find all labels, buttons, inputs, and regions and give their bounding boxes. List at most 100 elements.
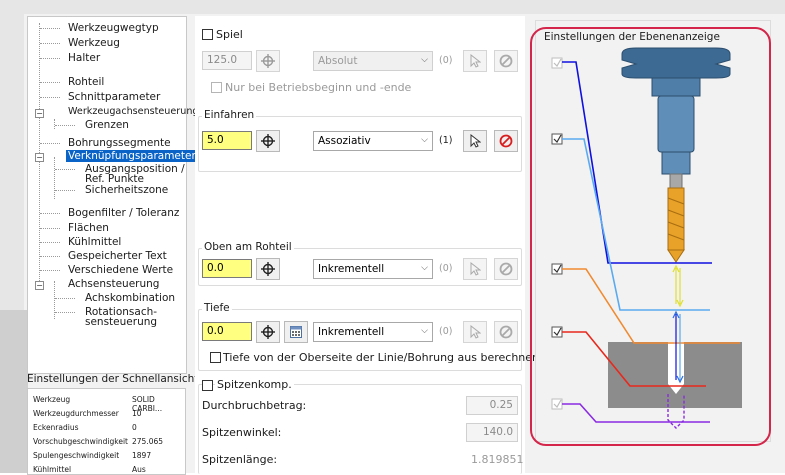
no-entry-icon — [499, 262, 513, 276]
oben-label: Oben am Rohteil — [202, 241, 294, 253]
spiel-level-checkbox[interactable] — [551, 57, 563, 69]
oben-level-checkbox[interactable] — [551, 263, 563, 275]
tiefe-oberseite-checkbox[interactable] — [210, 352, 221, 363]
tree-item-halter[interactable]: Halter — [68, 52, 100, 64]
tree-item-rotationsachsensteuerung-2[interactable]: sensteuerung — [85, 316, 157, 328]
tree-item-rohteil[interactable]: Rohteil — [68, 76, 104, 88]
left-panel-lower-shade — [0, 310, 28, 473]
tree-item-sicherheitszone[interactable]: Sicherheitszone — [85, 184, 168, 196]
spitzenkomp-label: Spitzenkomp. — [215, 378, 294, 391]
chevron-down-icon: ⌵ — [421, 135, 428, 145]
oben-level-line — [562, 268, 740, 344]
tiefe-calculator-button[interactable] — [284, 321, 308, 343]
durchbruchbetrag-input[interactable]: 0.25 — [466, 396, 518, 415]
einfahren-mode-value: Assoziativ — [318, 135, 371, 147]
tree-item-werkzeugwegtyp[interactable]: Werkzeugwegtyp — [68, 22, 159, 34]
drill-bit-icon — [667, 187, 685, 263]
spitzenlaenge-label: Spitzenlänge: — [202, 453, 278, 466]
tree-item-kuehlmittel[interactable]: Kühlmittel — [68, 236, 121, 248]
crosshair-icon — [261, 54, 275, 68]
einfahren-value-input[interactable]: 5.0 — [202, 131, 252, 150]
spitzenwinkel-label: Spitzenwinkel: — [202, 426, 282, 439]
cursor-arrow-icon — [470, 262, 481, 276]
tree-item-bohrungssegmente[interactable]: Bohrungssegmente — [68, 137, 171, 149]
cursor-arrow-icon — [470, 325, 481, 339]
tiefe-select-button[interactable] — [463, 321, 487, 343]
tiefe-mode-combo[interactable]: Inkrementell ⌵ — [313, 322, 433, 342]
spitzenlaenge-value: 1.819851 — [471, 453, 524, 466]
durchbruchbetrag-label: Durchbruchbetrag: — [202, 399, 307, 412]
chevron-down-icon: ⌵ — [421, 55, 428, 65]
tree-item-achskombination[interactable]: Achskombination — [85, 292, 175, 304]
spiel-value-input[interactable]: 125.0 — [202, 51, 252, 70]
oben-clear-button[interactable] — [494, 258, 518, 280]
parameter-tree: Werkzeugwegtyp Werkzeug Halter Rohteil S… — [27, 16, 199, 374]
quickview-value: 0 — [132, 423, 137, 432]
spiel-label: Spiel — [216, 28, 243, 41]
tree-item-grenzen[interactable]: Grenzen — [85, 119, 129, 131]
tiefe-count: (0) — [439, 326, 453, 337]
chevron-down-icon: ⌵ — [421, 263, 428, 273]
nur-betriebsbeginn-checkbox[interactable] — [211, 82, 222, 93]
tree-item-achsensteuerung[interactable]: Achsensteuerung — [68, 278, 159, 290]
einfahren-pick-position-button[interactable] — [256, 130, 280, 152]
spiel-count: (0) — [439, 55, 453, 66]
tiefe-clear-button[interactable] — [494, 321, 518, 343]
tiefe-value-input[interactable]: 0.0 — [202, 322, 252, 341]
tiefe-oberseite-label: Tiefe von der Oberseite der Linie/Bohrun… — [223, 351, 539, 364]
tiefe-level-checkbox[interactable] — [551, 326, 563, 338]
spitzenwinkel-input[interactable]: 140.0 — [466, 423, 518, 442]
tree-item-verknuepfungsparameter[interactable]: Verknüpfungsparameter — [66, 150, 198, 162]
tree-item-schnittparameter[interactable]: Schnittparameter — [68, 91, 160, 103]
quickview-title: Einstellungen der Schnellansicht — [27, 373, 199, 385]
crosshair-icon — [261, 134, 275, 148]
tool-holder-icon — [621, 47, 731, 189]
collapse-icon[interactable]: − — [35, 153, 44, 162]
oben-mode-value: Inkrementell — [318, 263, 385, 275]
tree-item-werkzeugachsensteuerung[interactable]: Werkzeugachsensteuerung — [68, 106, 199, 118]
quickview-key: Eckenradius — [33, 423, 79, 432]
einfahren-label: Einfahren — [202, 109, 257, 121]
tree-item-werkzeug[interactable]: Werkzeug — [68, 37, 120, 49]
oben-mode-combo[interactable]: Inkrementell ⌵ — [313, 259, 433, 279]
tree-item-gespeicherter-text[interactable]: Gespeicherter Text — [68, 250, 167, 262]
quickview-table: Werkzeug SOLID CARBI... Werkzeugdurchmes… — [27, 388, 186, 475]
oben-value-input[interactable]: 0.0 — [202, 259, 252, 278]
spiel-select-button[interactable] — [463, 50, 487, 72]
tiefe-pick-position-button[interactable] — [256, 321, 280, 343]
chevron-down-icon: ⌵ — [421, 326, 428, 336]
collapse-icon[interactable]: − — [35, 281, 44, 290]
nur-betriebsbeginn-label: Nur bei Betriebsbeginn und -ende — [225, 81, 412, 94]
tree-item-flaechen[interactable]: Flächen — [68, 222, 109, 234]
rapid-approach-arrows — [672, 264, 684, 308]
oben-count: (0) — [439, 263, 453, 274]
oben-pick-position-button[interactable] — [256, 258, 280, 280]
spiel-checkbox[interactable] — [202, 29, 213, 40]
crosshair-icon — [261, 262, 275, 276]
level-diagram — [551, 47, 742, 429]
tree-item-verschiedene-werte[interactable]: Verschiedene Werte — [68, 264, 173, 276]
einfahren-select-button[interactable] — [463, 130, 487, 152]
collapse-icon[interactable]: − — [35, 109, 44, 118]
cursor-arrow-icon — [470, 54, 481, 68]
quickview-value: 1897 — [132, 451, 152, 460]
quickview-key: Werkzeug — [33, 395, 71, 404]
spitzenkomp-checkbox[interactable] — [202, 380, 213, 391]
spiel-mode-combo[interactable]: Absolut ⌵ — [313, 51, 433, 71]
oben-select-button[interactable] — [463, 258, 487, 280]
einfahren-mode-combo[interactable]: Assoziativ ⌵ — [313, 131, 433, 151]
spiel-pick-position-button[interactable] — [256, 50, 280, 72]
tiefe-mode-value: Inkrementell — [318, 326, 385, 338]
spitzenkomp-level-checkbox[interactable] — [551, 398, 563, 410]
tree-item-bogenfilter[interactable]: Bogenfilter / Toleranz — [68, 207, 179, 219]
spiel-clear-button[interactable] — [494, 50, 518, 72]
tiefe-label: Tiefe — [202, 302, 232, 314]
quickview-value: 10 — [132, 409, 142, 418]
no-entry-icon — [499, 325, 513, 339]
quickview-value: 275.065 — [132, 437, 164, 446]
quickview-key: Vorschubgeschwindigkeit — [33, 437, 128, 446]
quickview-key: Werkzeugdurchmesser — [33, 409, 119, 418]
einfahren-level-checkbox[interactable] — [551, 133, 563, 145]
no-entry-icon — [499, 54, 513, 68]
einfahren-clear-button[interactable] — [494, 130, 518, 152]
